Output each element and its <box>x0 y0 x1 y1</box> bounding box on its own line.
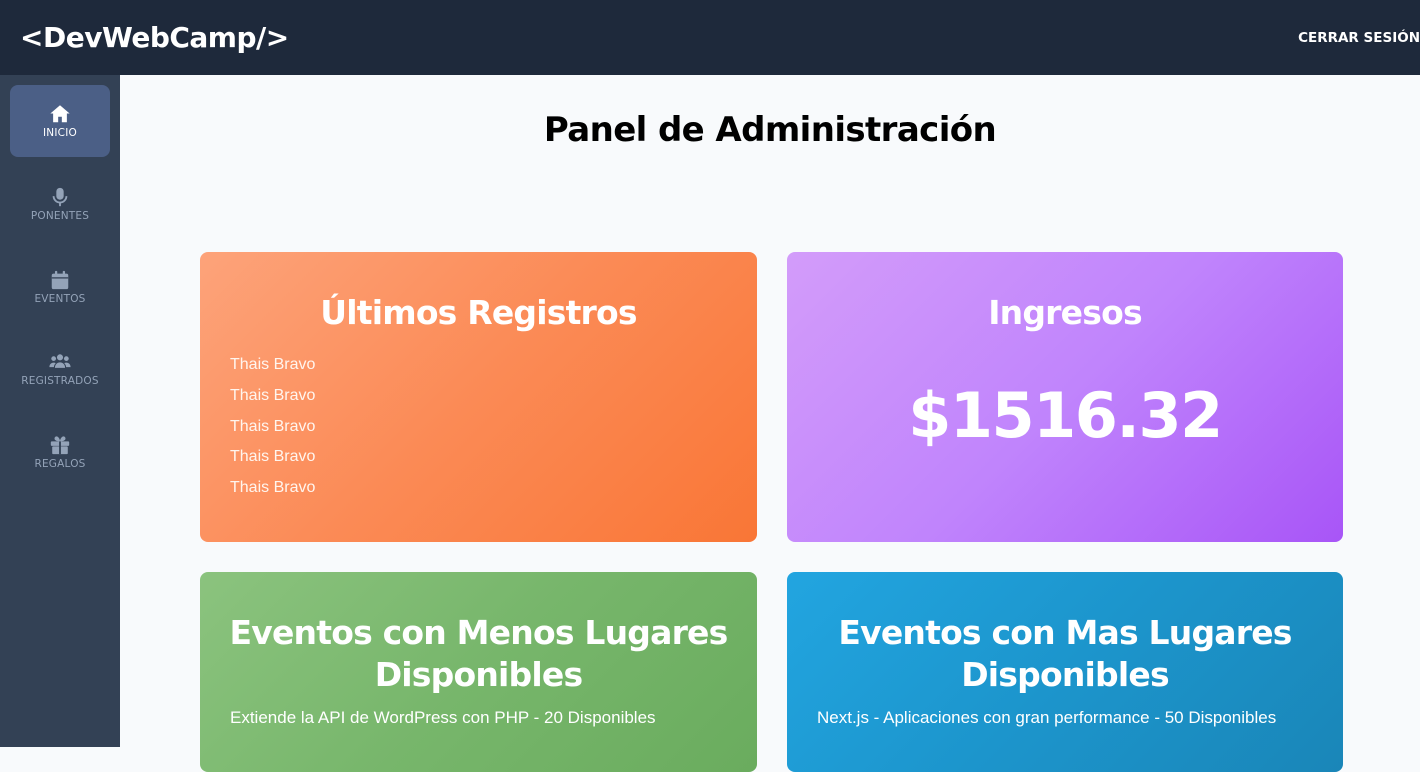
page-title: Panel de Administración <box>543 110 997 150</box>
sidebar-item-ponentes[interactable]: PONENTES <box>10 168 110 240</box>
sidebar-item-label: INICIO <box>43 127 77 139</box>
main-content: Panel de Administración Últimos Registro… <box>120 75 1420 772</box>
sidebar-item-label: REGISTRADOS <box>21 375 99 387</box>
registration-list: Thais Bravo Thais Bravo Thais Bravo Thai… <box>200 350 757 504</box>
calendar-icon <box>51 270 69 290</box>
card-title: Eventos con Mas Lugares Disponibles <box>838 613 1292 694</box>
list-item: Next.js - Aplicaciones con gran performa… <box>817 708 1277 727</box>
list-item: Thais Bravo <box>230 356 316 373</box>
sidebar-item-registrados[interactable]: REGISTRADOS <box>10 333 110 405</box>
top-header: <DevWebCamp/> CERRAR SESIÓN <box>0 0 1420 75</box>
list-item: Extiende la API de WordPress con PHP - 2… <box>230 708 656 727</box>
microphone-icon <box>52 187 68 207</box>
most-seats-card: Eventos con Mas Lugares Disponibles Next… <box>787 572 1343 772</box>
gift-icon <box>50 436 70 455</box>
sidebar-item-label: PONENTES <box>30 210 90 222</box>
sidebar-item-label: REGALOS <box>34 458 86 470</box>
list-item: Thais Bravo <box>230 417 316 435</box>
card-title: Eventos con Menos Lugares Disponibles <box>229 613 729 694</box>
list-item: Thais Bravo <box>230 386 316 404</box>
sidebar: INICIO PONENTES EVENTOS REGISTRADOS REGA… <box>0 75 120 747</box>
least-seats-card: Eventos con Menos Lugares Disponibles Ex… <box>200 572 757 772</box>
home-icon <box>50 105 70 123</box>
revenue-amount: $1516.32 <box>908 379 1223 452</box>
sidebar-item-regalos[interactable]: REGALOS <box>10 416 110 488</box>
latest-registrations-card: Últimos Registros Thais Bravo Thais Brav… <box>200 252 757 542</box>
revenue-card: Ingresos $1516.32 <box>787 252 1343 542</box>
logo[interactable]: <DevWebCamp/> <box>20 21 289 54</box>
sidebar-item-label: EVENTOS <box>34 293 86 305</box>
list-item: Thais Bravo <box>230 448 316 466</box>
logout-button[interactable]: CERRAR SESIÓN <box>1298 30 1420 46</box>
card-title: Últimos Registros <box>320 293 637 332</box>
card-title: Ingresos <box>988 293 1142 332</box>
sidebar-item-inicio[interactable]: INICIO <box>10 85 110 157</box>
list-item: Thais Bravo <box>230 479 316 497</box>
users-icon <box>49 354 71 368</box>
sidebar-item-eventos[interactable]: EVENTOS <box>10 251 110 323</box>
